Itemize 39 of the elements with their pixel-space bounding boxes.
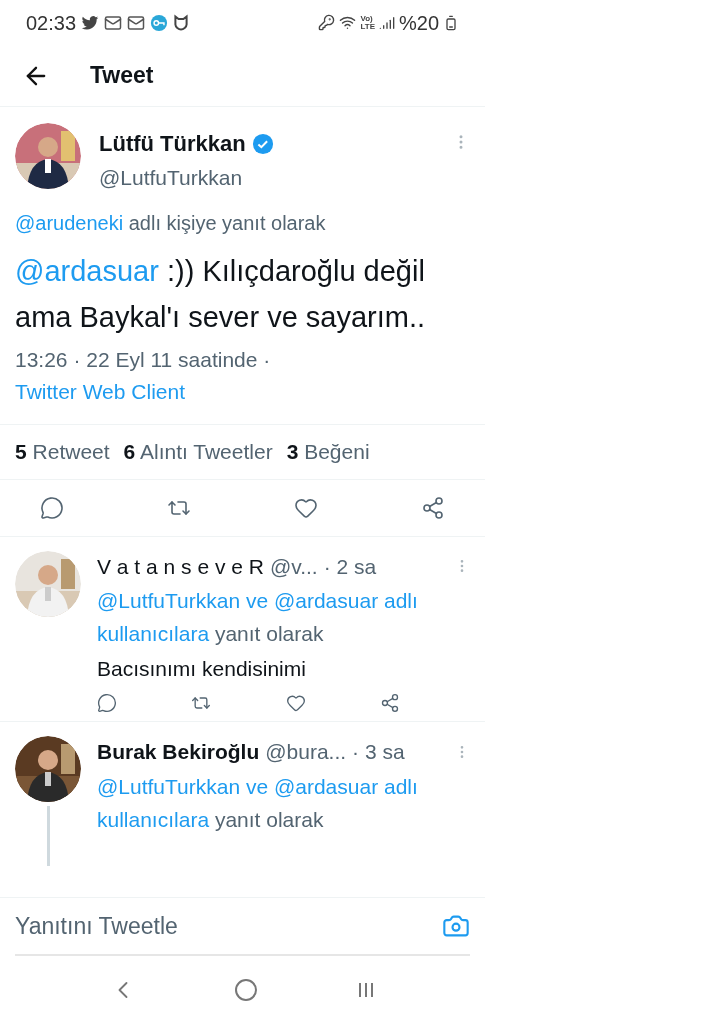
reply-icon[interactable] <box>40 495 64 520</box>
network-label: LTE <box>360 22 375 31</box>
reply-author-handle: @bura... <box>265 739 347 765</box>
reply-context: @arudeneki adlı kişiye yanıt olarak <box>15 210 327 236</box>
stat-link[interactable]: 5 Retweet <box>15 435 110 468</box>
network-label: Vo) <box>360 14 373 23</box>
reply-time: · 3 sa <box>352 739 405 765</box>
reply-icon[interactable] <box>97 693 117 713</box>
stat-link[interactable]: 6 Alıntı Tweetler <box>123 435 273 468</box>
signal-icon <box>378 14 395 31</box>
author-handle: @LutfuTurkkan <box>99 165 244 191</box>
reply-input[interactable]: Yanıtını Tweetle <box>15 908 442 944</box>
page-title: Tweet <box>90 61 154 91</box>
battery-icon <box>443 14 459 31</box>
mail-icon <box>104 13 123 32</box>
tweet-timestamp: 13:26 · 22 Eyl 11 saatinde · <box>15 346 272 373</box>
reply-author-handle: @v... <box>269 553 318 580</box>
reply-context: @LutfuTurkkan ve @ardasuar adlı kullanıcılara yanıt olarak <box>97 773 419 833</box>
share-icon[interactable] <box>380 693 400 713</box>
like-icon[interactable] <box>285 693 306 713</box>
reply-text: Bacısınımı kendisinimi <box>97 656 307 682</box>
reply-row[interactable]: Burak Bekiroğlu @bura... · 3 sa @LutfuTurkkan ve @ardasuar adlı kullanıcılara yanıt olarak <box>0 722 485 866</box>
share-icon[interactable] <box>421 495 445 520</box>
reply-author-name: V a t a n s e v e R <box>97 553 264 580</box>
wifi-icon <box>339 14 357 31</box>
reply-author-name: Burak Bekiroğlu <box>97 739 260 765</box>
reply-context: @LutfuTurkkan ve @ardasuar adlı kullanıcılara yanıt olarak <box>97 588 419 647</box>
stat-link[interactable]: 3 Beğeni <box>286 435 370 468</box>
clock-time: 02:33 <box>26 10 77 36</box>
author-name: Lütfü Türkkan <box>99 130 246 158</box>
mail-icon <box>127 13 146 32</box>
reply-row[interactable]: V a t a n s e v e R @v... · 2 sa @LutfuTurkkan ve @ardasuar adlı kullanıcılara yanıt olarak Bacısınımı kendisinimi <box>0 536 485 722</box>
nav-home-icon[interactable] <box>234 978 259 1002</box>
key-icon <box>150 13 169 32</box>
key-icon <box>318 14 336 31</box>
reply-time: · 2 sa <box>323 553 377 580</box>
tweet-text: @ardasuar :)) Kılıçdaroğlu değil ama Baykal'ı sever ve sayarım.. <box>15 253 427 335</box>
bird-icon <box>81 13 100 32</box>
battery-percent: %20 <box>398 10 439 36</box>
